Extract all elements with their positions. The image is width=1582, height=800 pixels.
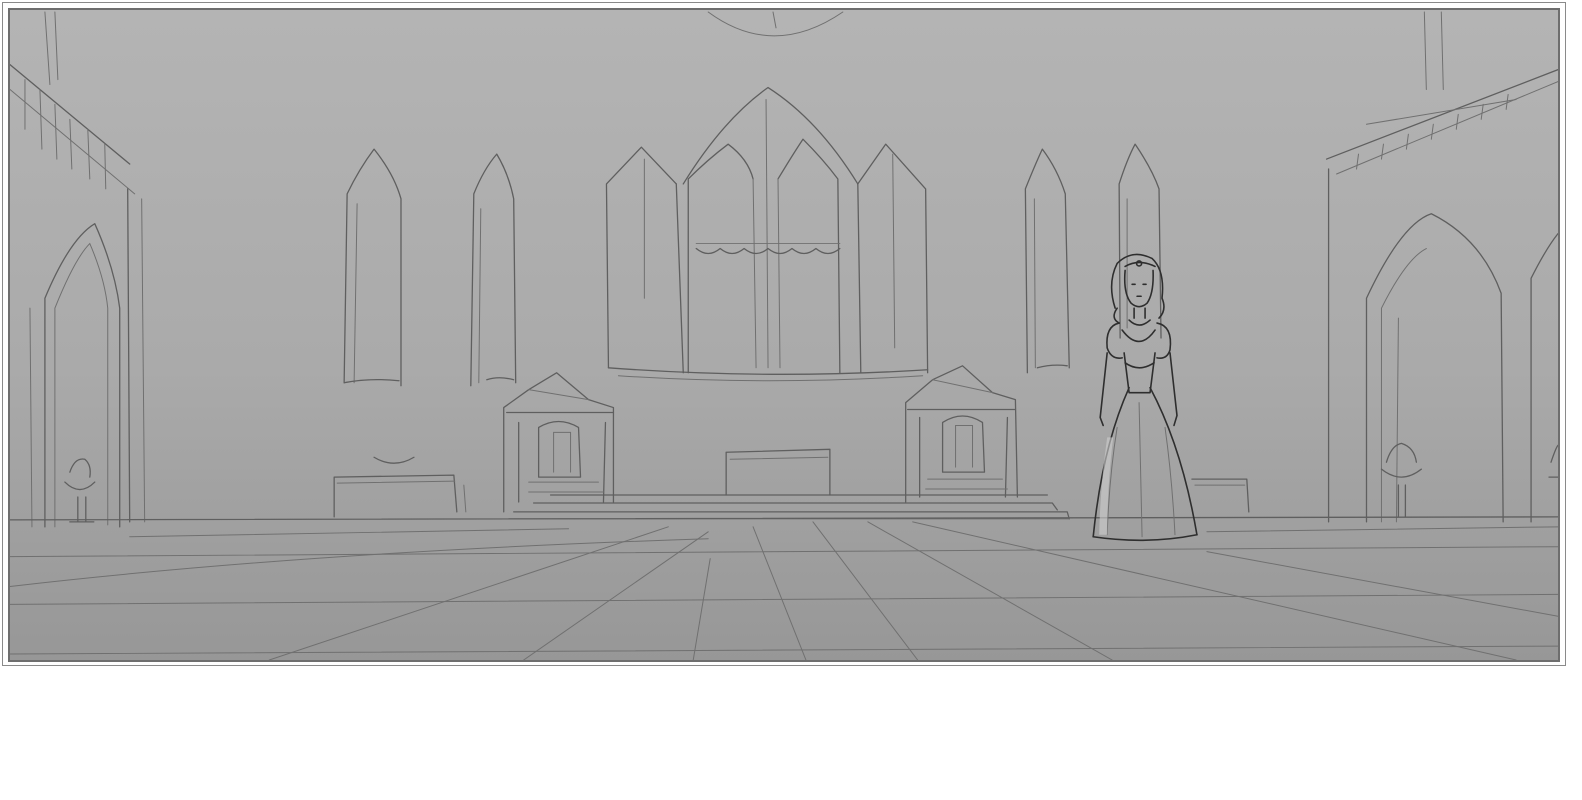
- panel-background: [10, 10, 1558, 660]
- storyboard-panel: [8, 8, 1560, 662]
- storyboard-panel-frame: [2, 2, 1566, 666]
- cathedral-sketch: [10, 10, 1558, 660]
